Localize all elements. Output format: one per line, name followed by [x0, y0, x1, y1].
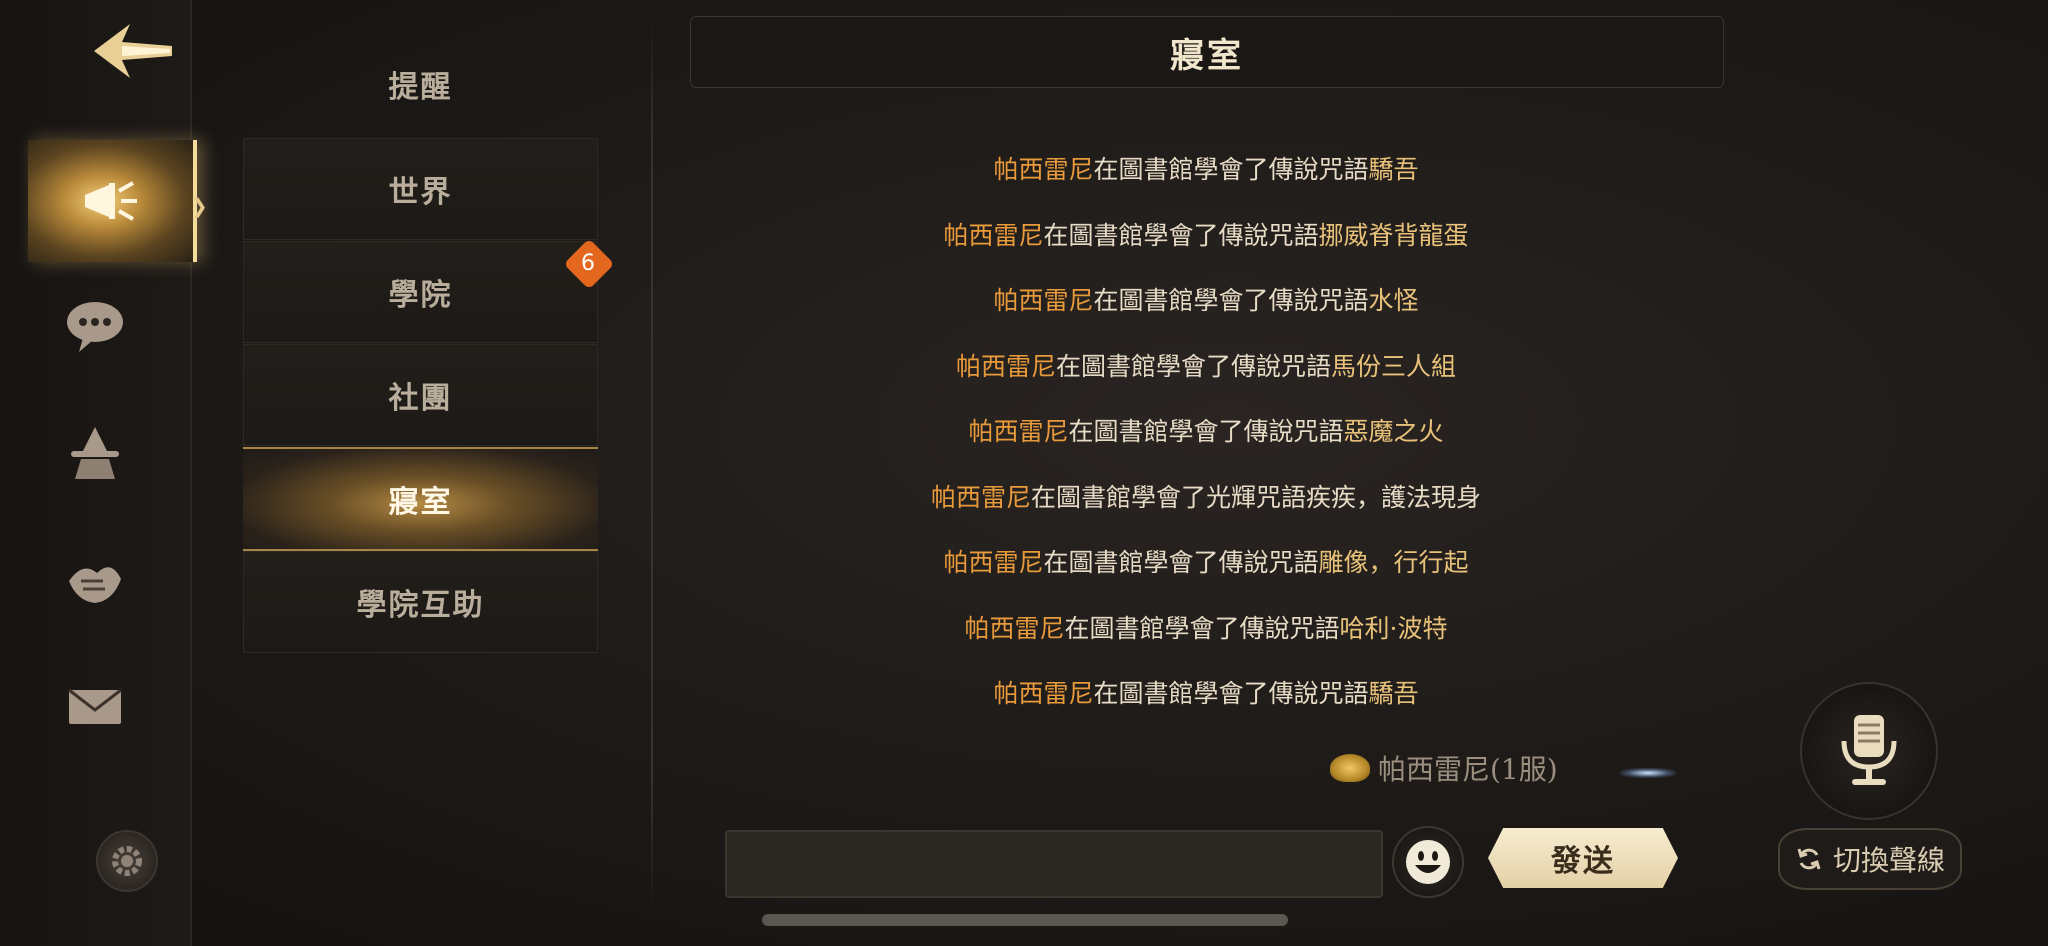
- spell-name: 驕吾: [1368, 155, 1419, 184]
- message-sender[interactable]: 帕西雷尼(1服): [1330, 748, 1558, 788]
- chat-bubble-icon: [67, 302, 123, 352]
- system-message: 帕西雷尼在圖書館學會了傳說咒語雕像，行行起: [690, 543, 1722, 609]
- page-title: 寢室: [1170, 35, 1244, 76]
- message-text: 在圖書館學會了傳說咒語: [1068, 417, 1344, 446]
- microphone-icon: [1841, 715, 1897, 785]
- system-message: 帕西雷尼在圖書館學會了傳說咒語驕吾: [690, 674, 1722, 740]
- message-text: 在圖書館學會了傳說咒語: [1093, 679, 1369, 708]
- sender-name: 帕西雷尼(1服): [1378, 753, 1558, 786]
- player-name[interactable]: 帕西雷尼: [965, 614, 1065, 643]
- wizard-icon: [71, 427, 119, 479]
- system-message: 帕西雷尼在圖書館學會了傳說咒語水怪: [690, 281, 1722, 347]
- message-text: 在圖書館學會了傳說咒語: [1093, 286, 1369, 315]
- tab-world[interactable]: 世界: [243, 138, 598, 240]
- spell-name: 雕像，行行起: [1318, 548, 1469, 577]
- announcement-icon: [84, 181, 137, 221]
- spell-name: 馬份三人組: [1331, 351, 1457, 381]
- spell-name: 哈利·波特: [1339, 613, 1448, 643]
- system-message: 帕西雷尼在圖書館學會了光輝咒語疾疾，護法現身: [690, 478, 1722, 544]
- spell-name: 水怪: [1368, 286, 1419, 315]
- tab-label: 提醒: [388, 70, 453, 105]
- switch-voice-button[interactable]: 切換聲線: [1778, 828, 1962, 890]
- switch-voice-label: 切換聲線: [1832, 844, 1945, 877]
- player-name[interactable]: 帕西雷尼: [931, 483, 1031, 512]
- rail-wizard[interactable]: [0, 392, 190, 514]
- tab-house-help[interactable]: 學院互助: [243, 551, 598, 653]
- back-arrow-icon[interactable]: [92, 22, 174, 80]
- smiley-icon: [1406, 840, 1450, 884]
- player-name[interactable]: 帕西雷尼: [943, 221, 1043, 250]
- spell-name: 挪威脊背龍蛋: [1318, 220, 1469, 250]
- message-text: 在圖書館學會了光輝咒語疾疾，護法現身: [1031, 482, 1482, 512]
- system-message: 帕西雷尼在圖書館學會了傳說咒語哈利·波特: [690, 609, 1722, 675]
- player-name[interactable]: 帕西雷尼: [943, 548, 1043, 577]
- channel-list: 提醒 世界 學院 6 社團 寢室 學院互助: [243, 30, 615, 654]
- refresh-icon: [1797, 848, 1821, 870]
- tab-club[interactable]: 社團: [243, 344, 598, 446]
- spell-name: 驕吾: [1368, 679, 1419, 708]
- bubble-glint-icon: [1620, 768, 1676, 778]
- rail-chat[interactable]: [0, 265, 190, 387]
- handshake-icon: [69, 567, 121, 603]
- spell-name: 惡魔之火: [1343, 417, 1444, 446]
- tab-label: 寢室: [388, 485, 453, 520]
- house-crest-icon: [1330, 754, 1370, 782]
- system-message: 帕西雷尼在圖書館學會了傳說咒語驕吾: [690, 150, 1722, 216]
- player-name[interactable]: 帕西雷尼: [993, 155, 1093, 184]
- player-name[interactable]: 帕西雷尼: [993, 679, 1093, 708]
- message-text: 在圖書館學會了傳說咒語: [1093, 155, 1369, 184]
- emoji-button[interactable]: [1392, 826, 1464, 898]
- panel-divider: [651, 15, 653, 915]
- system-message: 帕西雷尼在圖書館學會了傳說咒語惡魔之火: [690, 412, 1722, 478]
- message-text: 在圖書館學會了傳說咒語: [1055, 351, 1331, 381]
- tab-dormitory[interactable]: 寢室: [243, 447, 598, 551]
- voice-button[interactable]: [1800, 682, 1938, 820]
- system-message: 帕西雷尼在圖書館學會了傳說咒語馬份三人組: [690, 347, 1722, 413]
- home-indicator[interactable]: [762, 914, 1288, 926]
- tab-house[interactable]: 學院 6: [243, 238, 615, 343]
- message-text: 在圖書館學會了傳說咒語: [1064, 613, 1340, 643]
- message-list[interactable]: 帕西雷尼在圖書館學會了傳說咒語驕吾 帕西雷尼在圖書館學會了傳說咒語挪威脊背龍蛋 …: [690, 150, 1722, 740]
- tab-label: 學院互助: [356, 588, 485, 623]
- rail-handshake[interactable]: [0, 518, 190, 640]
- tab-reminder[interactable]: 提醒: [243, 30, 598, 138]
- message-text: 在圖書館學會了傳說咒語: [1043, 548, 1319, 577]
- send-label: 發送: [1551, 844, 1615, 879]
- system-message: 帕西雷尼在圖書館學會了傳說咒語挪威脊背龍蛋: [690, 216, 1722, 282]
- active-caret-icon: ❯: [191, 194, 208, 218]
- player-name[interactable]: 帕西雷尼: [968, 417, 1068, 446]
- tab-label: 世界: [388, 175, 453, 210]
- mail-icon: [68, 688, 122, 724]
- chat-header: 寢室: [690, 16, 1724, 88]
- rail-mail[interactable]: [0, 645, 190, 767]
- rail-announcement[interactable]: [28, 140, 197, 262]
- tab-label: 社團: [388, 381, 453, 416]
- chat-input[interactable]: [725, 830, 1383, 898]
- settings-button[interactable]: [96, 830, 158, 892]
- gear-icon: [112, 846, 142, 876]
- unread-badge: 6: [563, 238, 615, 290]
- message-text: 在圖書館學會了傳說咒語: [1043, 220, 1319, 250]
- player-name[interactable]: 帕西雷尼: [956, 352, 1056, 381]
- tab-label: 學院: [388, 278, 453, 313]
- player-name[interactable]: 帕西雷尼: [993, 286, 1093, 315]
- side-rail: [0, 0, 197, 946]
- send-button[interactable]: 發送: [1488, 828, 1678, 888]
- unread-count: 6: [581, 251, 597, 276]
